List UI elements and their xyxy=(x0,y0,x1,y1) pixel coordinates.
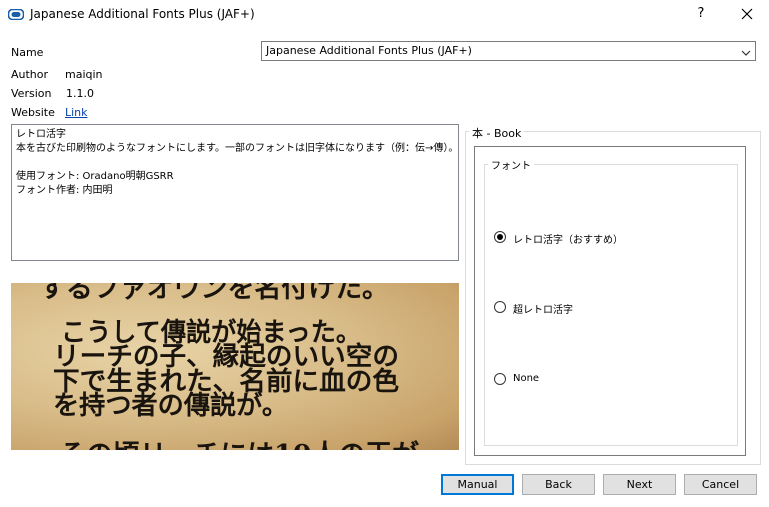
description-line xyxy=(16,156,454,170)
radio-none-label[interactable]: None xyxy=(513,373,539,384)
radio-none[interactable] xyxy=(494,373,506,385)
font-preview-image: するファオウンを名付けた。 こうして傳説が始まった。 リーチの子、縁起のいい空の… xyxy=(11,283,459,450)
description-line: 本を古びた印刷物のようなフォントにします。一部のフォントは旧字体になります（例：… xyxy=(16,143,459,154)
window-title: Japanese Additional Fonts Plus (JAF+) xyxy=(30,7,255,21)
name-select-value: Japanese Additional Fonts Plus (JAF+) xyxy=(266,44,472,57)
preview-line: を持つ者の傳説が。 xyxy=(53,390,288,421)
description-line: レトロ活字 xyxy=(16,129,66,140)
help-button[interactable]: ? xyxy=(689,2,713,26)
version-value: 1.1.0 xyxy=(66,87,94,100)
font-group-title: フォント xyxy=(488,157,534,172)
description-line: 使用フォント: Oradano明朝GSRR xyxy=(16,171,174,182)
title-bar: Japanese Additional Fonts Plus (JAF+) ? xyxy=(0,0,769,30)
back-button[interactable]: Back xyxy=(522,474,595,495)
version-label: Version xyxy=(11,87,52,100)
next-button[interactable]: Next xyxy=(603,474,676,495)
preview-line: その頃リーチには10人の王が xyxy=(59,439,419,450)
name-select[interactable]: Japanese Additional Fonts Plus (JAF+) xyxy=(261,41,756,61)
close-icon xyxy=(741,8,753,20)
radio-retro-recommended[interactable] xyxy=(494,231,506,243)
close-button[interactable] xyxy=(732,2,762,26)
preview-line: するファオウンを名付けた。 xyxy=(39,283,389,304)
chevron-down-icon xyxy=(741,47,751,56)
book-group-title: 本 - Book xyxy=(469,125,525,141)
radio-retro-recommended-label[interactable]: レトロ活字（おすすめ） xyxy=(513,231,623,246)
author-value: maiqin xyxy=(65,68,103,81)
website-link[interactable]: Link xyxy=(65,106,88,119)
description-textbox[interactable]: レトロ活字 本を古びた印刷物のようなフォントにします。一部のフォントは旧字体にな… xyxy=(11,124,459,261)
radio-super-retro-label[interactable]: 超レトロ活字 xyxy=(513,301,573,316)
website-label: Website xyxy=(11,106,55,119)
manual-button[interactable]: Manual xyxy=(441,474,514,495)
cancel-button[interactable]: Cancel xyxy=(684,474,757,495)
radio-super-retro[interactable] xyxy=(494,301,506,313)
description-line: フォント作者: 内田明 xyxy=(16,185,113,196)
app-icon xyxy=(7,8,25,21)
name-label: Name xyxy=(11,46,44,59)
author-label: Author xyxy=(11,68,49,81)
